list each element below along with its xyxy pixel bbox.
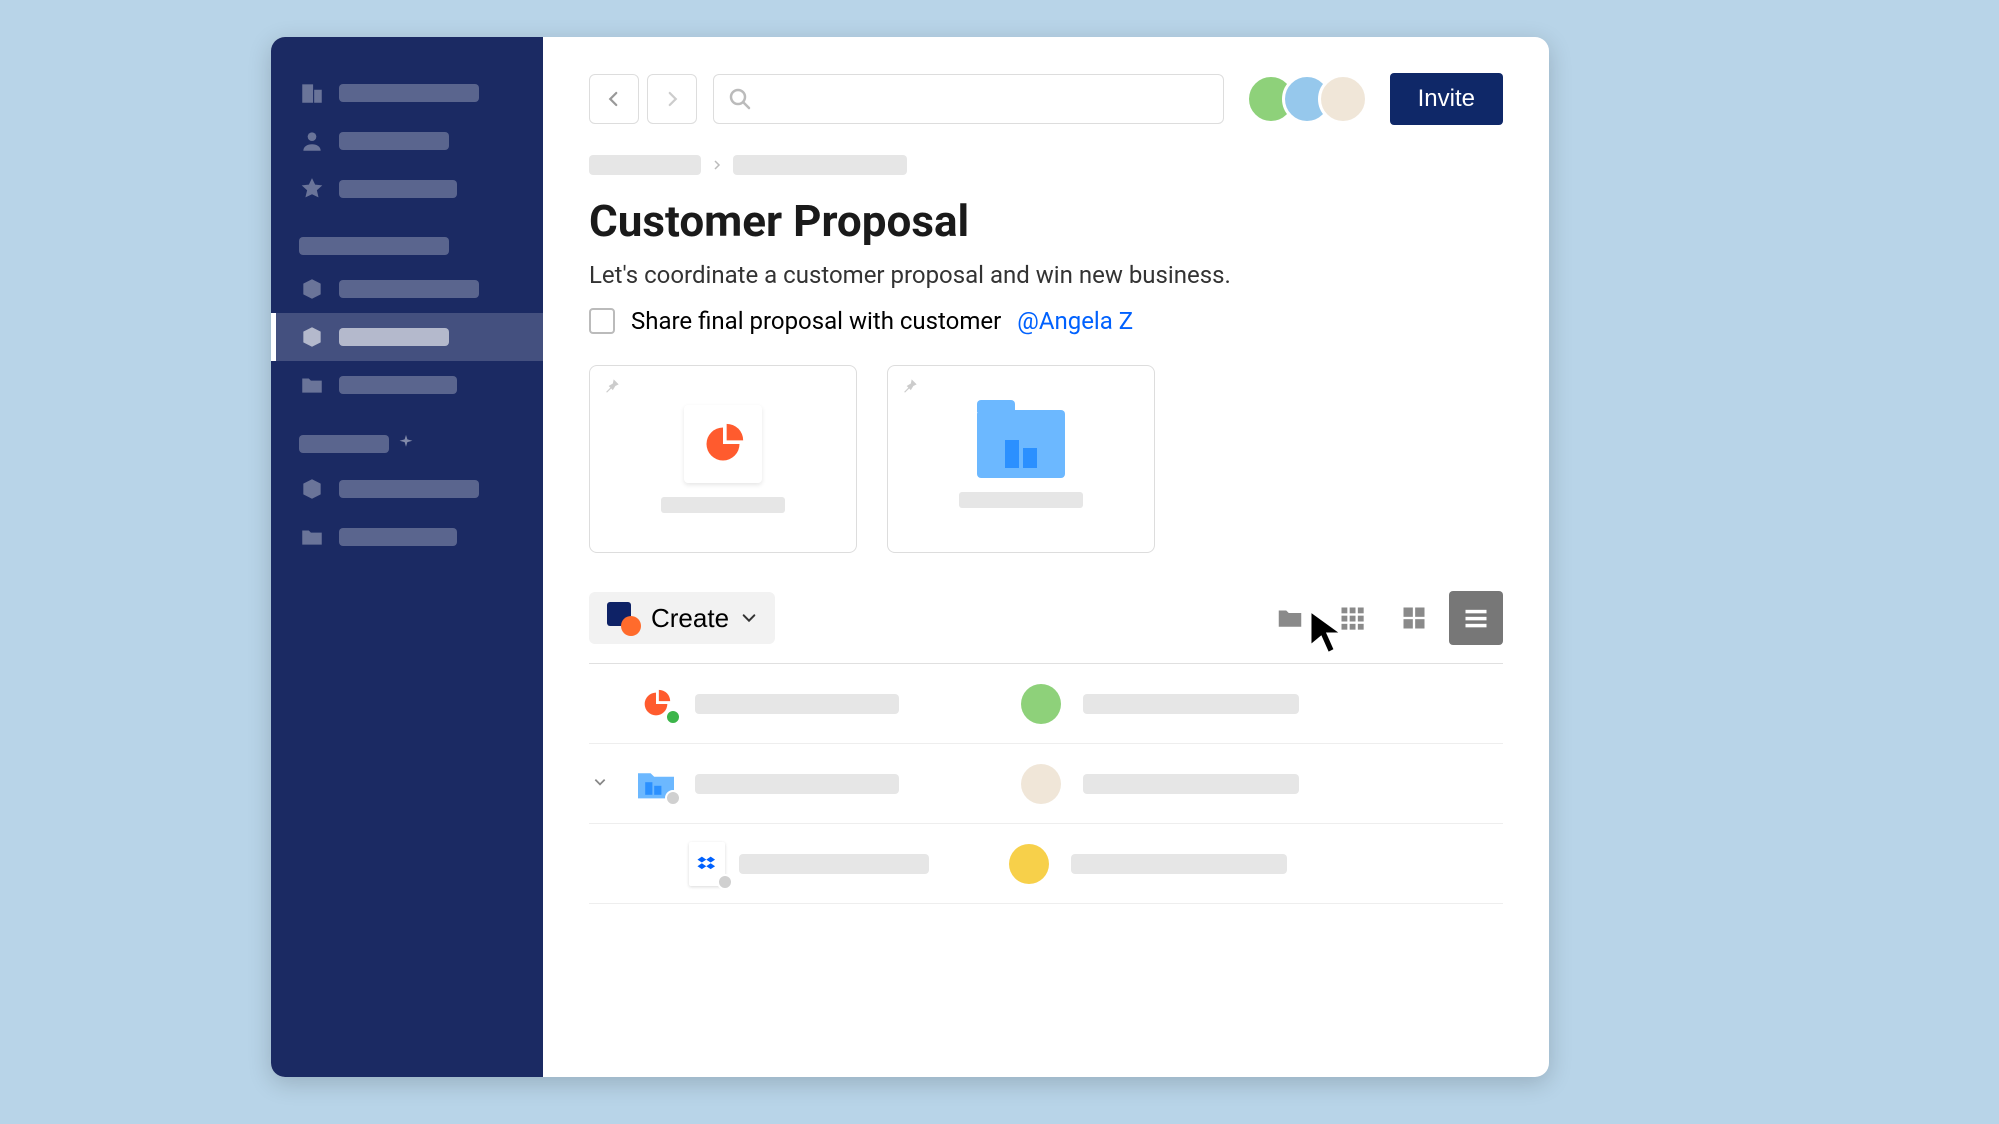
create-icon [607, 602, 639, 634]
breadcrumb [589, 155, 1503, 175]
file-name-placeholder [739, 854, 929, 874]
avatar[interactable] [1318, 74, 1368, 124]
avatar[interactable] [1021, 764, 1061, 804]
task-label: Share final proposal with customer [631, 307, 1001, 335]
sidebar-item-folder-2[interactable] [271, 513, 543, 561]
dropbox-icon [696, 853, 718, 875]
chevron-down-icon[interactable] [593, 775, 607, 789]
pinned-card-presentation[interactable] [589, 365, 857, 553]
sparkle-icon [395, 433, 417, 455]
folder-icon [977, 410, 1065, 478]
collaborator-avatars [1246, 74, 1368, 124]
avatar[interactable] [1021, 684, 1061, 724]
pinned-card-folder[interactable] [887, 365, 1155, 553]
task-row: Share final proposal with customer @Ange… [589, 307, 1503, 335]
invite-button[interactable]: Invite [1390, 73, 1503, 125]
sidebar-label-placeholder [339, 528, 457, 546]
breadcrumb-item[interactable] [589, 155, 701, 175]
hexagon-icon [299, 324, 325, 350]
app-window: Invite Customer Proposal Let's coordinat… [271, 37, 1549, 1077]
file-name-placeholder [695, 694, 899, 714]
status-badge [665, 709, 681, 725]
folder-icon [299, 372, 325, 398]
sidebar-label-placeholder [339, 280, 479, 298]
list-icon [1462, 604, 1490, 632]
status-badge [665, 790, 681, 806]
sidebar-section-header [299, 237, 449, 255]
topbar: Invite [589, 73, 1503, 125]
sidebar-label-placeholder [339, 84, 479, 102]
task-checkbox[interactable] [589, 308, 615, 334]
star-icon [299, 176, 325, 202]
sidebar-section-header [299, 435, 389, 453]
nav-forward-button[interactable] [647, 74, 697, 124]
presentation-icon [701, 422, 745, 466]
grid-small-icon [1338, 604, 1366, 632]
view-folder-button[interactable] [1263, 591, 1317, 645]
file-type-thumbnail [684, 405, 762, 483]
chevron-right-icon [663, 90, 681, 108]
sidebar [271, 37, 543, 1077]
file-row[interactable] [589, 744, 1503, 824]
view-grid-large-button[interactable] [1387, 591, 1441, 645]
pin-icon [602, 376, 622, 396]
chevron-right-icon [711, 159, 723, 171]
file-meta-placeholder [1083, 694, 1299, 714]
mention-link[interactable]: @Angela Z [1017, 307, 1133, 335]
breadcrumb-item[interactable] [733, 155, 907, 175]
file-row[interactable] [589, 664, 1503, 744]
person-icon [299, 128, 325, 154]
sidebar-item-folder-1[interactable] [271, 361, 543, 409]
page-title: Customer Proposal [589, 195, 1503, 247]
sidebar-label-placeholder [339, 180, 457, 198]
search-input[interactable] [752, 88, 1209, 111]
file-meta-placeholder [1083, 774, 1299, 794]
main-content: Invite Customer Proposal Let's coordinat… [543, 37, 1549, 1077]
sidebar-label-placeholder [339, 480, 479, 498]
folder-icon [299, 524, 325, 550]
file-row[interactable] [589, 824, 1503, 904]
sidebar-item-space-active[interactable] [271, 313, 543, 361]
file-meta-placeholder [1071, 854, 1287, 874]
sidebar-label-placeholder [339, 132, 449, 150]
pin-icon [900, 376, 920, 396]
content-toolbar: Create [589, 591, 1503, 645]
view-grid-small-button[interactable] [1325, 591, 1379, 645]
file-name-placeholder [695, 774, 899, 794]
create-label: Create [651, 603, 729, 634]
hexagon-icon [299, 476, 325, 502]
avatar[interactable] [1009, 844, 1049, 884]
sidebar-label-placeholder [339, 328, 449, 346]
folder-icon [1275, 603, 1305, 633]
hexagon-icon [299, 276, 325, 302]
sidebar-item-org[interactable] [271, 69, 543, 117]
chevron-left-icon [605, 90, 623, 108]
search-icon [728, 87, 752, 111]
view-list-button[interactable] [1449, 591, 1503, 645]
chevron-down-icon [741, 610, 757, 626]
file-owner-cell [1007, 844, 1051, 884]
grid-large-icon [1400, 604, 1428, 632]
card-label-placeholder [661, 497, 785, 513]
card-label-placeholder [959, 492, 1083, 508]
sidebar-item-profile[interactable] [271, 117, 543, 165]
view-toggle-group [1263, 591, 1503, 645]
sidebar-item-space-2[interactable] [271, 465, 543, 513]
building-icon [299, 80, 325, 106]
search-field[interactable] [713, 74, 1224, 124]
create-button[interactable]: Create [589, 592, 775, 644]
page-subtitle: Let's coordinate a customer proposal and… [589, 261, 1503, 289]
sidebar-item-starred[interactable] [271, 165, 543, 213]
file-owner-cell [1019, 684, 1063, 724]
file-owner-cell [1019, 764, 1063, 804]
sidebar-item-space-1[interactable] [271, 265, 543, 313]
sidebar-label-placeholder [339, 376, 457, 394]
pinned-cards-row [589, 365, 1503, 553]
building-icon [1005, 440, 1037, 468]
status-badge [717, 874, 733, 890]
nav-back-button[interactable] [589, 74, 639, 124]
